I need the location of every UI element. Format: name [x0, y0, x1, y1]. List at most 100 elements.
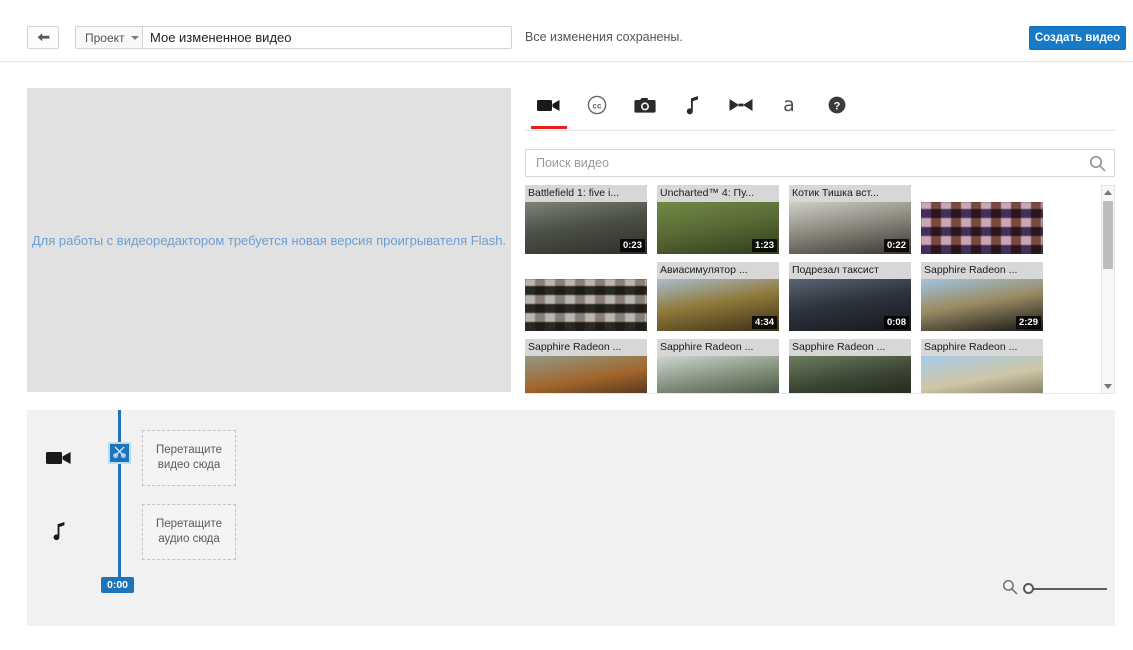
- workspace: Для работы с видеоредактором требуется н…: [0, 62, 1133, 650]
- timeline-video-track-icon: [44, 445, 74, 469]
- video-thumbnail-image: [921, 356, 1043, 393]
- video-dropzone-line1: Перетащите: [155, 444, 223, 456]
- project-title-input[interactable]: [142, 26, 512, 49]
- video-thumbnail-image: [657, 356, 779, 393]
- zoom-slider-handle[interactable]: [1023, 582, 1034, 594]
- tab-help[interactable]: ?: [813, 84, 861, 129]
- video-duration-badge: 4:34: [751, 316, 777, 329]
- audio-dropzone-line2: аудио сюда: [158, 533, 220, 545]
- video-thumbnail[interactable]: 0:23: [525, 202, 647, 254]
- video-duration-badge: 0:54: [620, 393, 645, 394]
- video-card-title: Котик Тишка вст...: [789, 185, 911, 202]
- scissors-icon: [113, 445, 126, 461]
- media-tabs: cc a ?: [525, 84, 1115, 131]
- video-card[interactable]: Авиасимулятор ... 4:34: [657, 262, 779, 331]
- video-card-title: Sapphire Radeon ...: [525, 339, 647, 356]
- video-card-title: Авиасимулятор ...: [657, 262, 779, 279]
- video-card[interactable]: Подрезал таксист 0:08: [789, 262, 911, 331]
- video-thumbnail[interactable]: 4:34: [657, 279, 779, 331]
- back-button[interactable]: [27, 26, 59, 49]
- active-tab-indicator: [531, 126, 567, 129]
- audio-dropzone[interactable]: Перетащите аудио сюда: [142, 504, 236, 560]
- search-icon[interactable]: [1089, 155, 1106, 175]
- svg-text:cc: cc: [593, 101, 602, 110]
- search-input[interactable]: [526, 150, 1114, 176]
- video-dropzone[interactable]: Перетащите видео сюда: [142, 430, 236, 486]
- video-thumbnail-image: [525, 279, 647, 331]
- project-menu-button[interactable]: Проект: [75, 26, 148, 49]
- photo-camera-icon: [634, 96, 656, 117]
- video-grid: Battlefield 1: five i... 0:23 Uncharted™ 4…: [525, 185, 1097, 394]
- video-card-title: [525, 262, 647, 279]
- video-card-title: Sapphire Radeon ...: [921, 262, 1043, 279]
- video-duration-badge: 2:29: [1015, 316, 1041, 329]
- top-bar: Проект Все изменения сохранены. Создать …: [0, 0, 1133, 62]
- video-card[interactable]: [921, 185, 1043, 254]
- scrollbar-thumb[interactable]: [1103, 201, 1113, 269]
- video-card-title: [921, 185, 1043, 202]
- video-card[interactable]: Uncharted™ 4: Пу... 1:23: [657, 185, 779, 254]
- tab-creative-commons[interactable]: cc: [573, 84, 621, 129]
- video-preview-panel: Для работы с видеоредактором требуется н…: [27, 88, 511, 392]
- video-card[interactable]: Sapphire Radeon ... 0:54: [525, 339, 647, 394]
- video-duration-badge: 0:08: [883, 316, 909, 329]
- video-dropzone-line2: видео сюда: [157, 459, 221, 471]
- back-arrow-icon: [36, 32, 51, 44]
- create-video-button[interactable]: Создать видео: [1029, 26, 1126, 50]
- video-thumbnail[interactable]: 0:45: [657, 356, 779, 393]
- tab-audio[interactable]: [669, 84, 717, 129]
- tab-text[interactable]: a: [765, 84, 813, 129]
- project-menu-label: Проект: [85, 30, 125, 45]
- svg-text:?: ?: [834, 101, 841, 113]
- question-mark-icon: ?: [827, 95, 847, 118]
- video-thumbnail-image: [525, 356, 647, 393]
- tab-photos[interactable]: [621, 84, 669, 129]
- video-card[interactable]: Battlefield 1: five i... 0:23: [525, 185, 647, 254]
- video-duration-badge: 2:26: [1016, 393, 1041, 394]
- timeline-zoom-slider[interactable]: [1023, 582, 1107, 596]
- video-results-list: Battlefield 1: five i... 0:23 Uncharted™ 4…: [525, 185, 1115, 394]
- zoom-slider-track: [1025, 587, 1107, 590]
- video-camera-icon: [537, 97, 561, 116]
- playhead-line: [118, 410, 121, 582]
- video-card-title: Battlefield 1: five i...: [525, 185, 647, 202]
- playhead-handle[interactable]: [108, 442, 131, 464]
- video-card-title: Sapphire Radeon ...: [921, 339, 1043, 356]
- tab-transitions[interactable]: [717, 84, 765, 129]
- video-list-scrollbar[interactable]: [1101, 185, 1115, 393]
- video-card[interactable]: [525, 262, 647, 331]
- scroll-down-arrow-icon[interactable]: [1102, 380, 1114, 393]
- video-thumbnail-image: [921, 202, 1043, 254]
- video-card[interactable]: Sapphire Radeon ... 2:26: [921, 339, 1043, 394]
- video-editor-app: Проект Все изменения сохранены. Создать …: [0, 0, 1133, 650]
- magnifier-icon: [1002, 579, 1018, 598]
- tab-my-videos[interactable]: [525, 84, 573, 129]
- video-thumbnail[interactable]: 2:29: [921, 279, 1043, 331]
- video-card[interactable]: Котик Тишка вст... 0:22: [789, 185, 911, 254]
- video-card[interactable]: Sapphire Radeon ... 4:02: [789, 339, 911, 394]
- video-card[interactable]: Sapphire Radeon ... 2:29: [921, 262, 1043, 331]
- video-thumbnail[interactable]: 0:08: [789, 279, 911, 331]
- video-thumbnail[interactable]: 1:23: [657, 202, 779, 254]
- timeline-panel[interactable]: Перетащите видео сюда Перетащите аудио с…: [27, 410, 1115, 626]
- video-thumbnail[interactable]: [921, 202, 1043, 254]
- video-duration-badge: 0:23: [619, 239, 645, 252]
- video-thumbnail[interactable]: 2:26: [921, 356, 1043, 394]
- video-thumbnail-image: [789, 356, 911, 393]
- video-card[interactable]: Sapphire Radeon ... 0:45: [657, 339, 779, 393]
- scroll-up-arrow-icon[interactable]: [1102, 186, 1114, 199]
- playhead-time-label: 0:00: [101, 577, 135, 593]
- video-thumbnail[interactable]: 0:54: [525, 356, 647, 394]
- video-card-title: Sapphire Radeon ...: [657, 339, 779, 356]
- search-bar: [525, 149, 1115, 177]
- transition-bowtie-icon: [728, 97, 754, 116]
- video-duration-badge: 4:02: [884, 393, 909, 394]
- timeline-zoom-control[interactable]: [1002, 579, 1107, 598]
- video-thumbnail[interactable]: 4:02: [789, 356, 911, 394]
- video-thumbnail[interactable]: [525, 279, 647, 331]
- chevron-down-icon: [130, 35, 139, 40]
- video-thumbnail[interactable]: 0:22: [789, 202, 911, 254]
- flash-required-message[interactable]: Для работы с видеоредактором требуется н…: [32, 233, 506, 248]
- video-card-title: Подрезал таксист: [789, 262, 911, 279]
- video-duration-badge: 0:22: [883, 239, 909, 252]
